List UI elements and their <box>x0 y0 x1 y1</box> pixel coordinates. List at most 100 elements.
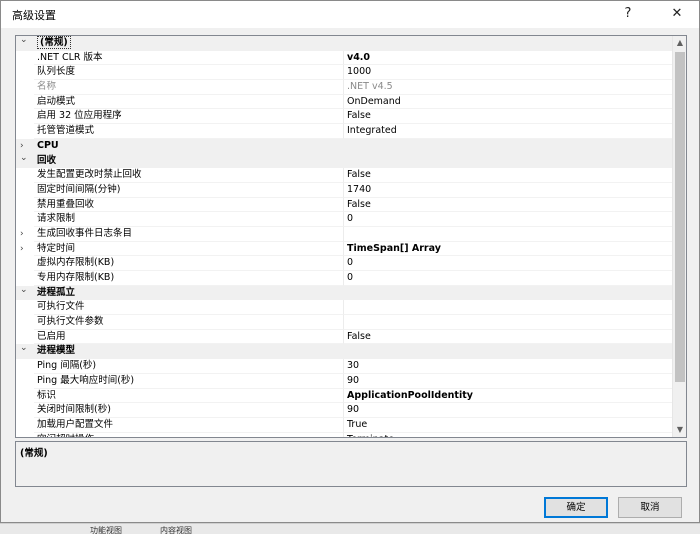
property-value[interactable]: 90 <box>344 403 673 418</box>
property-row[interactable]: 标识 ApplicationPoolIdentity <box>16 388 673 404</box>
property-value[interactable] <box>344 227 673 242</box>
category-label: 进程孤立 <box>37 286 76 298</box>
cancel-button[interactable]: 取消 <box>618 497 682 518</box>
row-gutter: ⌄ <box>16 36 34 51</box>
property-row[interactable]: 请求限制 0 <box>16 212 673 227</box>
property-name: 空闲超时操作 <box>34 432 344 437</box>
property-value[interactable] <box>344 315 673 330</box>
property-row[interactable]: › 生成回收事件日志条目 <box>16 226 673 242</box>
chevron-right-icon[interactable]: › <box>20 242 24 257</box>
property-row[interactable]: Ping 最大响应时间(秒) 90 <box>16 373 673 389</box>
property-value[interactable]: OnDemand <box>344 95 673 110</box>
property-value[interactable]: ApplicationPoolIdentity <box>344 389 673 404</box>
property-value[interactable]: False <box>344 168 673 183</box>
row-gutter <box>16 198 34 213</box>
property-row[interactable]: 启用 32 位应用程序 False <box>16 109 673 125</box>
row-gutter: › <box>16 227 34 242</box>
row-gutter <box>16 315 34 330</box>
category-row[interactable]: ⌄ (常规) <box>16 36 673 51</box>
property-value[interactable]: TimeSpan[] Array <box>344 242 673 257</box>
property-row[interactable]: 可执行文件 <box>16 300 673 316</box>
property-value[interactable]: v4.0 <box>344 51 673 66</box>
row-gutter <box>16 300 34 315</box>
property-name: Ping 最大响应时间(秒) <box>34 373 344 389</box>
property-row[interactable]: › 特定时间 TimeSpan[] Array <box>16 241 673 257</box>
property-value[interactable]: True <box>344 418 673 433</box>
property-grid[interactable]: ⌄ (常规) .NET CLR 版本 v4.0 队列长度 1000 名称 .NET v4.5 启… <box>15 35 687 438</box>
category-row[interactable]: ⌄ 进程孤立 <box>16 283 673 301</box>
property-value[interactable]: 1000 <box>344 65 673 81</box>
row-gutter: ⌄ <box>16 151 34 169</box>
property-name: 请求限制 <box>34 212 344 227</box>
property-value[interactable]: 1740 <box>344 183 673 198</box>
property-row[interactable]: 可执行文件参数 <box>16 315 673 330</box>
background-tab-content[interactable]: 内容视图 <box>160 525 192 534</box>
chevron-down-icon[interactable]: ⌄ <box>20 151 28 166</box>
property-row[interactable]: 托管管道模式 Integrated <box>16 124 673 139</box>
property-row[interactable]: 已启用 False <box>16 329 673 345</box>
vertical-scrollbar[interactable]: ▲ ▼ <box>672 36 686 437</box>
property-row[interactable]: 加载用户配置文件 True <box>16 417 673 433</box>
row-gutter: ⌄ <box>16 341 34 359</box>
property-rows: ⌄ (常规) .NET CLR 版本 v4.0 队列长度 1000 名称 .NET v4.5 启… <box>16 36 673 437</box>
category-row[interactable]: ⌄ 回收 <box>16 151 673 169</box>
row-gutter <box>16 109 34 124</box>
property-name: 队列长度 <box>34 65 344 81</box>
property-row[interactable]: 发生配置更改时禁止回收 False <box>16 168 673 183</box>
property-value[interactable]: False <box>344 330 673 345</box>
chevron-down-icon[interactable]: ⌄ <box>20 283 28 298</box>
title-bar[interactable]: 高级设置 ? ✕ <box>1 1 699 28</box>
property-name: 发生配置更改时禁止回收 <box>34 168 344 183</box>
property-row[interactable]: 专用内存限制(KB) 0 <box>16 271 673 286</box>
row-gutter <box>16 95 34 110</box>
row-gutter <box>16 403 34 418</box>
scroll-up-arrow-icon[interactable]: ▲ <box>673 36 686 50</box>
chevron-right-icon[interactable]: › <box>20 227 24 242</box>
property-name: 启用 32 位应用程序 <box>34 109 344 125</box>
property-name: 已启用 <box>34 329 344 345</box>
row-gutter <box>16 389 34 404</box>
description-panel: (常规) <box>15 441 687 487</box>
scroll-thumb[interactable] <box>675 52 685 382</box>
advanced-settings-dialog: 高级设置 ? ✕ ⌄ (常规) .NET CLR 版本 v4.0 队列长度 1000 名称.… <box>0 0 700 523</box>
chevron-down-icon[interactable]: ⌄ <box>20 36 28 48</box>
property-row[interactable]: Ping 间隔(秒) 30 <box>16 359 673 374</box>
property-row[interactable]: 队列长度 1000 <box>16 65 673 81</box>
property-row[interactable]: 启动模式 OnDemand <box>16 94 673 110</box>
property-value[interactable]: False <box>344 198 673 213</box>
property-name: 关闭时间限制(秒) <box>34 403 344 418</box>
chevron-down-icon[interactable]: ⌄ <box>20 341 28 356</box>
property-row[interactable]: 固定时间间隔(分钟) 1740 <box>16 182 673 198</box>
dialog-title: 高级设置 <box>12 9 56 22</box>
ok-button[interactable]: 确定 <box>544 497 608 518</box>
property-value[interactable]: Integrated <box>344 124 673 139</box>
property-value[interactable]: 0 <box>344 271 673 286</box>
property-value[interactable]: Terminate <box>344 433 673 437</box>
property-row[interactable]: 关闭时间限制(秒) 90 <box>16 403 673 418</box>
property-value[interactable]: 30 <box>344 359 673 374</box>
scroll-down-arrow-icon[interactable]: ▼ <box>673 423 686 437</box>
property-value[interactable]: 0 <box>344 212 673 227</box>
property-row[interactable]: .NET CLR 版本 v4.0 <box>16 50 673 66</box>
background-tab-features[interactable]: 功能视图 <box>90 525 122 534</box>
close-button[interactable]: ✕ <box>661 1 693 28</box>
property-value[interactable]: 90 <box>344 374 673 389</box>
property-value[interactable]: .NET v4.5 <box>344 80 673 95</box>
row-gutter <box>16 65 34 80</box>
property-name: 固定时间间隔(分钟) <box>34 182 344 198</box>
property-value[interactable] <box>344 300 673 316</box>
property-row[interactable]: 空闲超时操作Terminate <box>16 432 673 437</box>
category-row[interactable]: › CPU <box>16 138 673 154</box>
property-row[interactable]: 禁用重叠回收 False <box>16 197 673 213</box>
help-button[interactable]: ? <box>612 1 644 28</box>
row-gutter: › <box>16 242 34 257</box>
row-gutter <box>16 374 34 389</box>
property-value[interactable]: 0 <box>344 256 673 271</box>
category-label: (常规) <box>34 36 673 51</box>
property-row[interactable]: 名称 .NET v4.5 <box>16 80 673 95</box>
property-row[interactable]: 虚拟内存限制(KB) 0 <box>16 256 673 271</box>
row-gutter <box>16 168 34 183</box>
property-value[interactable]: False <box>344 109 673 125</box>
category-row[interactable]: ⌄ 进程模型 <box>16 341 673 360</box>
category-label: 回收 <box>37 154 57 166</box>
